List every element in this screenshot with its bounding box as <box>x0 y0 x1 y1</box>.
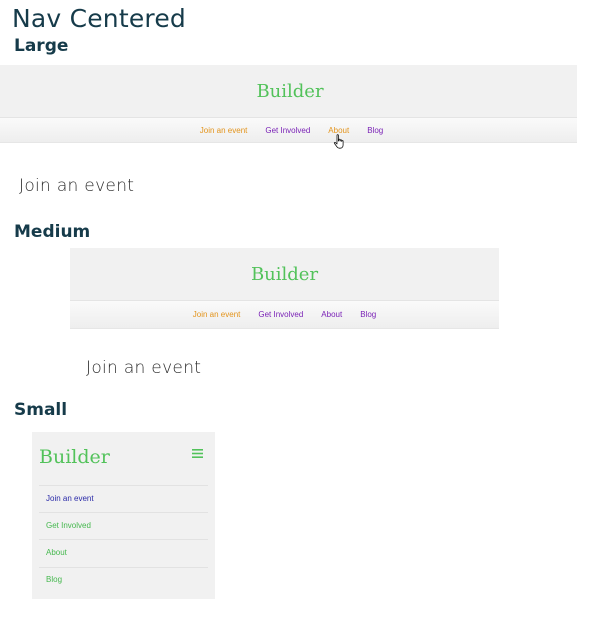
small-menu-get-involved[interactable]: Get Involved <box>46 521 91 530</box>
large-brand-bar: Builder <box>0 65 577 117</box>
medium-content-heading: Join an event <box>86 358 202 378</box>
section-heading-small: Small <box>14 400 68 420</box>
large-nav-join-an-event[interactable]: Join an event <box>200 126 248 135</box>
menu-divider <box>39 485 208 486</box>
medium-nav-join-an-event[interactable]: Join an event <box>193 310 241 319</box>
medium-nav-blog[interactable]: Blog <box>360 310 376 319</box>
medium-nav-bar: Join an event Get Involved About Blog <box>70 300 499 329</box>
medium-nav-get-involved[interactable]: Get Involved <box>258 310 303 319</box>
section-heading-large: Large <box>14 36 69 56</box>
hand-pointer-cursor-icon <box>333 134 344 149</box>
menu-divider <box>39 539 208 540</box>
menu-divider <box>39 512 208 513</box>
large-nav-blog[interactable]: Blog <box>367 126 383 135</box>
small-menu-blog[interactable]: Blog <box>46 575 62 584</box>
small-menu-about[interactable]: About <box>46 548 67 557</box>
medium-brand-logo[interactable]: Builder <box>70 264 499 285</box>
medium-nav-about[interactable]: About <box>321 310 342 319</box>
small-menu-join-an-event[interactable]: Join an event <box>46 494 94 503</box>
small-nav-panel: Builder Join an event Get Involved About… <box>32 432 215 599</box>
small-brand-logo[interactable]: Builder <box>39 446 110 468</box>
large-brand-logo[interactable]: Builder <box>3 81 577 102</box>
hamburger-menu-icon[interactable] <box>192 449 203 458</box>
medium-brand-bar: Builder <box>70 248 499 300</box>
page-title: Nav Centered <box>12 4 187 33</box>
large-nav-get-involved[interactable]: Get Involved <box>265 126 310 135</box>
menu-divider <box>39 567 208 568</box>
large-content-heading: Join an event <box>19 176 135 196</box>
section-heading-medium: Medium <box>14 222 91 242</box>
large-nav-bar: Join an event Get Involved About Blog <box>0 117 577 143</box>
